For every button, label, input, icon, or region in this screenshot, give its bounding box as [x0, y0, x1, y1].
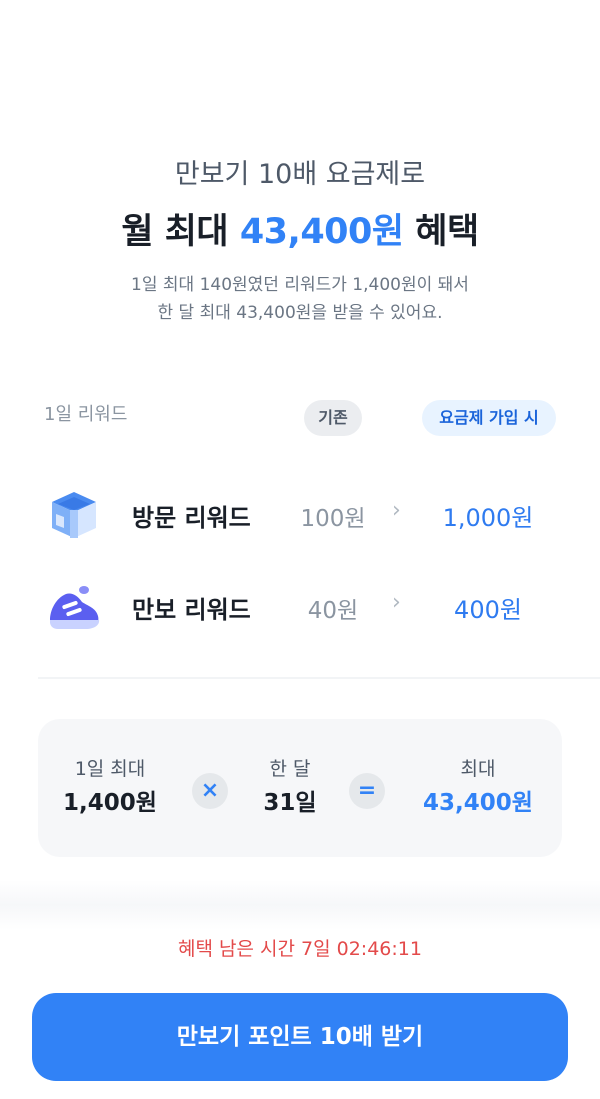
subscription-offer-screen: 만보기 10배 요금제로 월 최대 43,400원 혜택 1일 최대 140원였… — [0, 0, 600, 1099]
blurred-fade-area — [0, 880, 600, 930]
reward-after-visit: 1,000원 — [442, 504, 534, 532]
reward-row-visit: 방문 리워드 100원 › 1,000원 — [0, 484, 600, 554]
daily-reward-column-label: 1일 리워드 — [44, 404, 128, 425]
reward-before-steps: 40원 — [307, 598, 359, 624]
multiply-icon: × — [192, 773, 228, 809]
reward-before-visit: 100원 — [300, 506, 366, 532]
offer-subtitle: 만보기 10배 요금제로 — [174, 159, 426, 190]
reward-label-steps: 만보 리워드 — [132, 596, 251, 624]
reward-label-visit: 방문 리워드 — [132, 504, 251, 532]
benefit-countdown-timer: 혜택 남은 시간 7일 02:46:11 — [178, 938, 422, 960]
sneaker-icon — [44, 576, 104, 636]
chevron-right-icon: › — [392, 590, 401, 615]
description-line-2: 한 달 최대 43,400원을 받을 수 있어요. — [157, 303, 443, 323]
description-line-1: 1일 최대 140원였던 리워드가 1,400원이 돼서 — [131, 275, 469, 295]
monthly-calculation-card: 1일 최대 1,400원 × 한 달 31일 = 최대 43,400원 — [38, 719, 562, 857]
calc-daily-label: 1일 최대 — [74, 758, 146, 780]
calc-daily-value: 1,400원 — [63, 790, 157, 816]
equals-icon: = — [349, 773, 385, 809]
calc-daily: 1일 최대 1,400원 — [42, 755, 178, 823]
calc-total: 최대 43,400원 — [400, 755, 556, 823]
offer-description: 1일 최대 140원였던 리워드가 1,400원이 돼서 한 달 최대 43,4… — [0, 271, 600, 327]
gift-box-icon — [44, 484, 104, 544]
chevron-right-icon: › — [392, 498, 401, 523]
headline-suffix: 혜택 — [403, 212, 479, 252]
calc-total-value: 43,400원 — [423, 790, 533, 816]
get-10x-points-button[interactable]: 만보기 포인트 10배 받기 — [32, 993, 568, 1081]
offer-headline: 월 최대 43,400원 혜택 — [0, 203, 600, 254]
reward-row-steps: 만보 리워드 40원 › 400원 — [0, 576, 600, 646]
calc-days-value: 31일 — [263, 790, 317, 816]
headline-prefix: 월 최대 — [121, 212, 240, 252]
calc-total-label: 최대 — [460, 758, 496, 780]
before-badge: 기존 — [304, 400, 362, 436]
section-divider — [38, 677, 600, 679]
reward-after-steps: 400원 — [454, 596, 522, 624]
calc-days-label: 한 달 — [269, 758, 311, 780]
headline-amount: 43,400원 — [239, 212, 404, 252]
after-badge: 요금제 가입 시 — [422, 400, 556, 436]
calc-days: 한 달 31일 — [230, 755, 350, 823]
